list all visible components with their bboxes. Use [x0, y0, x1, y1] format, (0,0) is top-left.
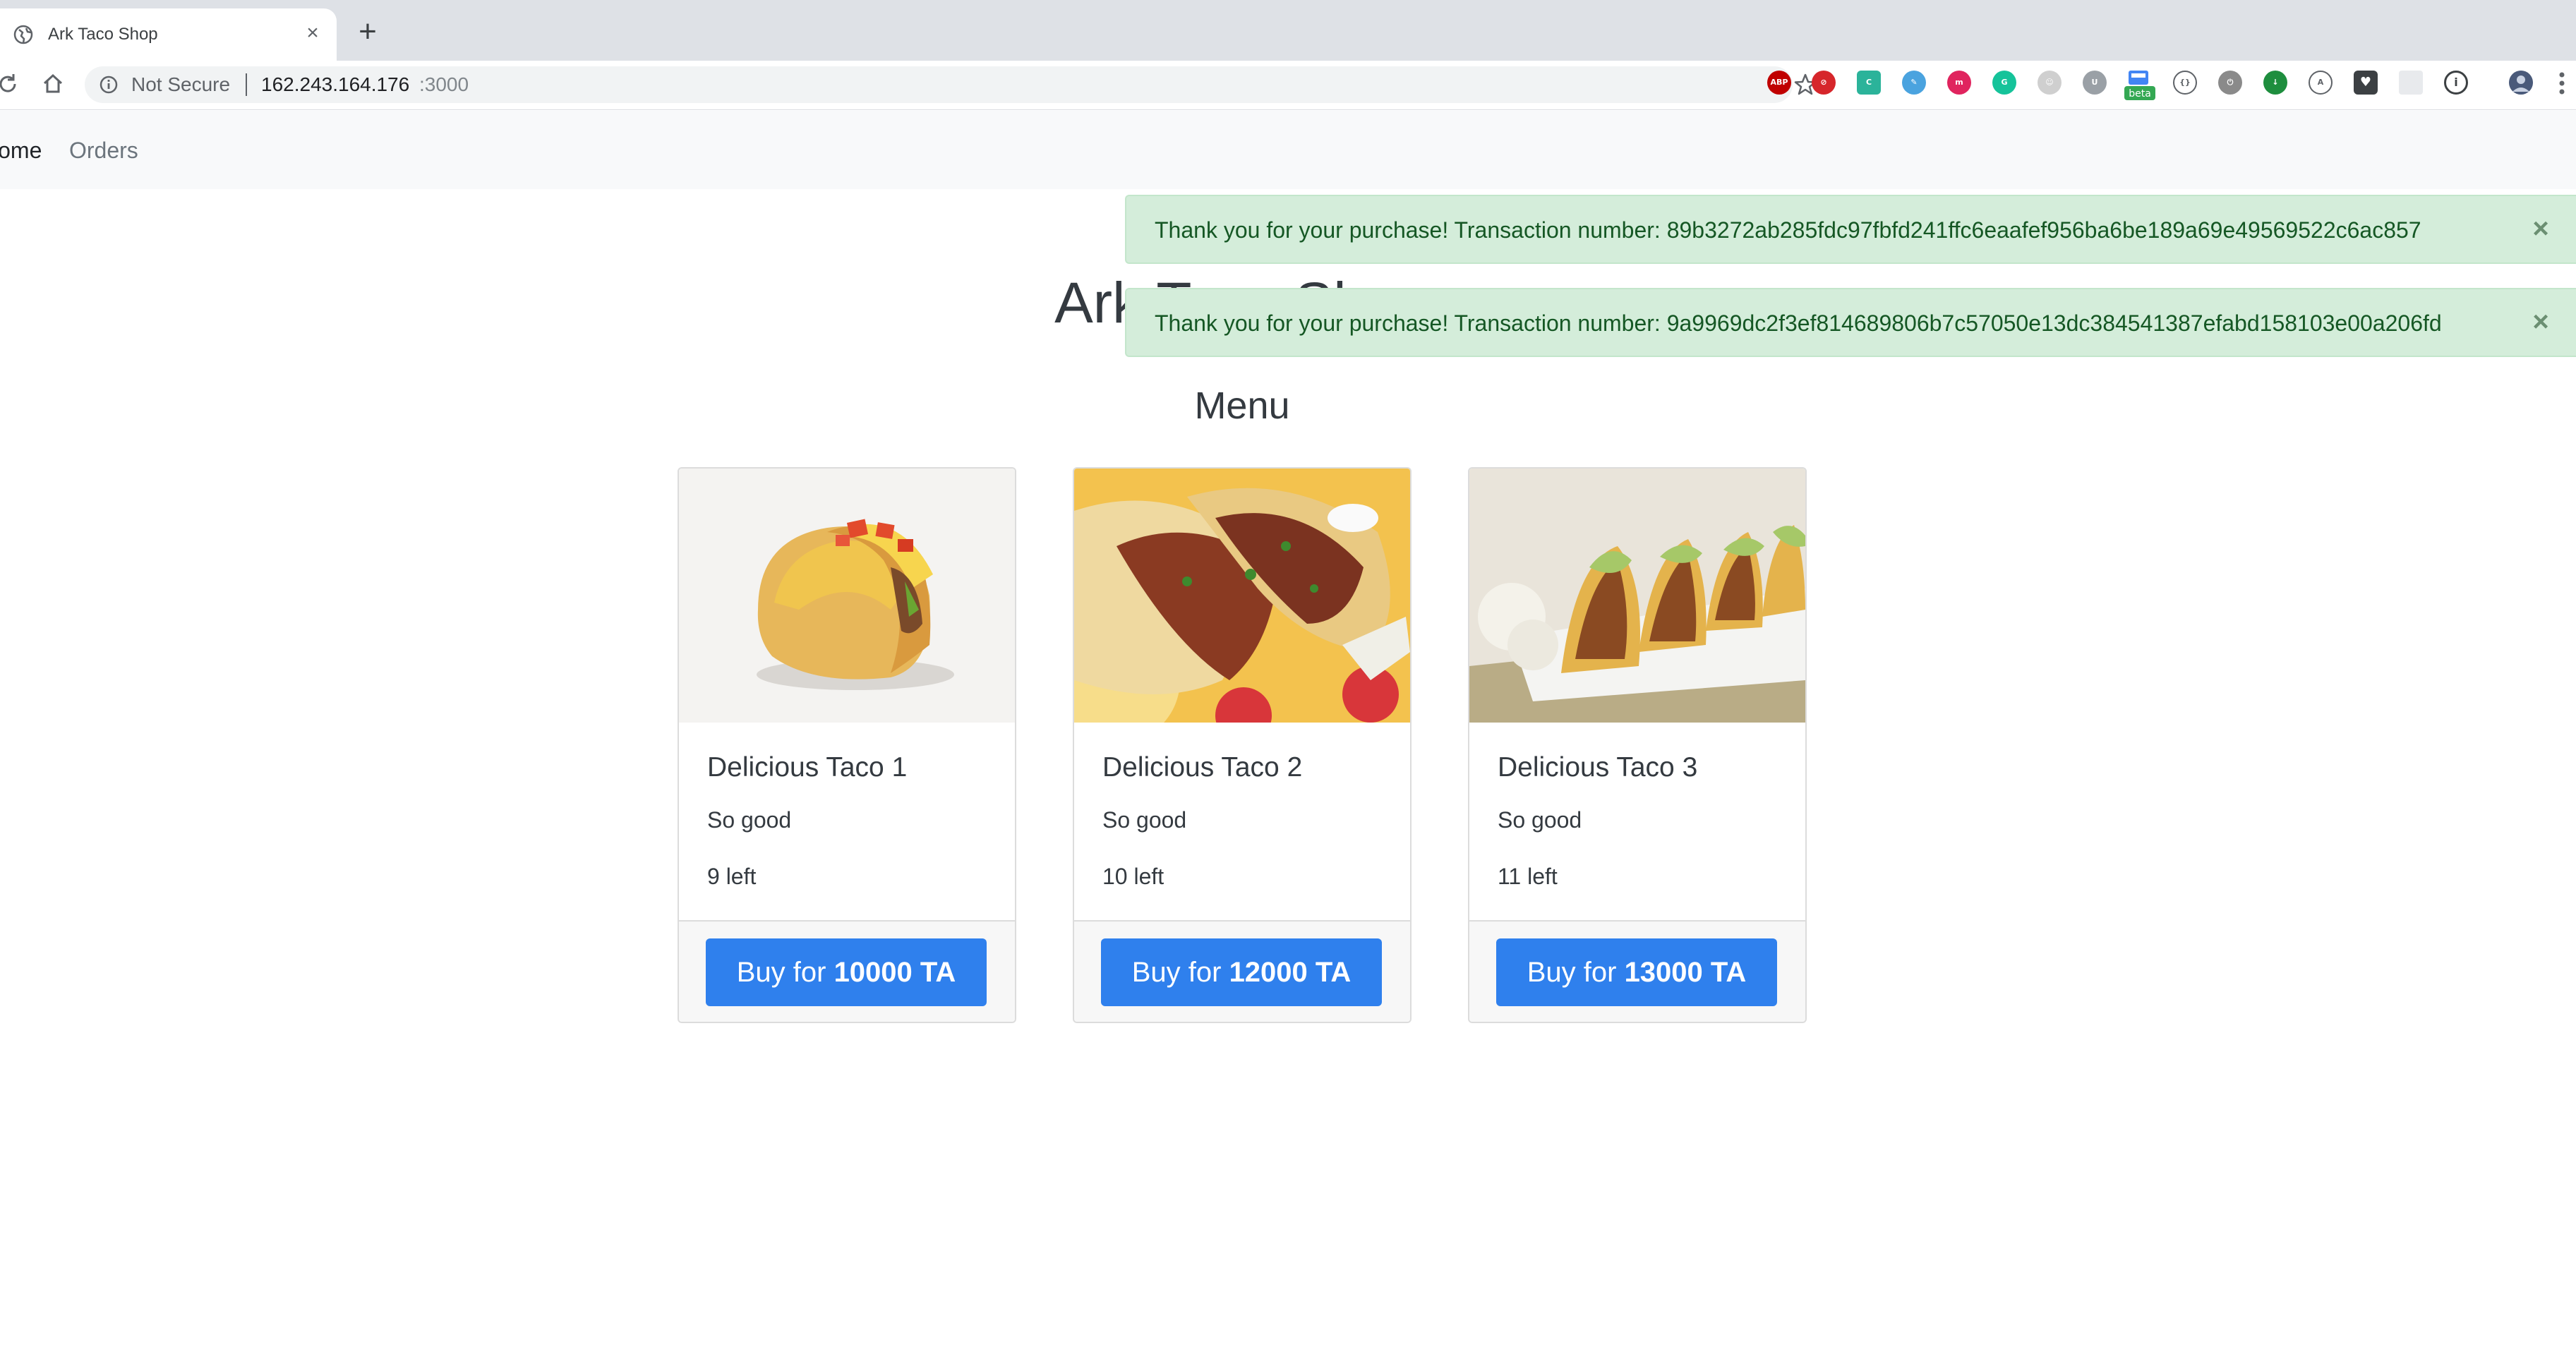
- block-icon[interactable]: ⊘: [1812, 71, 1836, 95]
- product-name: Delicious Taco 2: [1102, 752, 1303, 783]
- product-card: Delicious Taco 2 So good 10 left Buy for…: [1073, 467, 1412, 1023]
- product-description: So good: [707, 807, 792, 833]
- product-name: Delicious Taco 3: [1498, 752, 1698, 783]
- taco-3-image: [1469, 469, 1805, 723]
- alert-message: Thank you for your purchase! Transaction…: [1155, 217, 2421, 243]
- download-icon[interactable]: ↓: [2263, 71, 2287, 95]
- alert-close-icon[interactable]: ×: [2527, 215, 2555, 243]
- blank-icon[interactable]: [2399, 71, 2423, 95]
- beta-label: beta: [2129, 88, 2151, 99]
- buy-prefix: Buy for: [1131, 957, 1229, 988]
- purchase-success-alert: Thank you for your purchase! Transaction…: [1125, 288, 2576, 357]
- more-menu-icon[interactable]: [2558, 69, 2566, 97]
- taco-1-image: [679, 469, 1015, 723]
- home-icon[interactable]: [41, 72, 65, 96]
- buy-price: 13000 TA: [1624, 957, 1747, 988]
- browser-tabstrip: Ark Taco Shop × +: [0, 0, 2576, 61]
- security-label: Not Secure: [131, 73, 231, 95]
- browser-tab[interactable]: Ark Taco Shop ×: [0, 8, 337, 61]
- info-icon[interactable]: [99, 75, 119, 95]
- c-icon[interactable]: C: [1857, 71, 1881, 95]
- menu-heading: Menu: [1194, 385, 1290, 427]
- m-icon[interactable]: m: [1947, 71, 1971, 95]
- info-extension-icon[interactable]: i: [2444, 71, 2468, 95]
- adblock-icon[interactable]: ABP: [1767, 71, 1791, 95]
- reload-icon[interactable]: [0, 72, 20, 96]
- grammarly-icon[interactable]: G: [1992, 71, 2016, 95]
- profile-avatar[interactable]: [2509, 71, 2533, 95]
- address-separator: [246, 73, 247, 96]
- card-footer: Buy for 10000 TA: [679, 920, 1015, 1022]
- u-icon[interactable]: U: [2083, 71, 2107, 95]
- product-card: Delicious Taco 1 So good 9 left Buy for …: [678, 467, 1016, 1023]
- alert-message: Thank you for your purchase! Transaction…: [1155, 310, 2442, 336]
- buy-button[interactable]: Buy for 12000 TA: [1101, 938, 1382, 1006]
- url-host: 162.243.164.176: [261, 73, 410, 95]
- tab-title: Ark Taco Shop: [48, 25, 158, 44]
- product-description: So good: [1102, 807, 1187, 833]
- cat-icon[interactable]: ☺: [2038, 71, 2062, 95]
- buy-prefix: Buy for: [736, 957, 834, 988]
- buy-button[interactable]: Buy for 10000 TA: [706, 938, 987, 1006]
- feather-icon[interactable]: ✎: [1902, 71, 1926, 95]
- buy-prefix: Buy for: [1527, 957, 1625, 988]
- alert-close-icon[interactable]: ×: [2527, 308, 2555, 336]
- product-card: Delicious Taco 3 So good 11 left Buy for…: [1468, 467, 1807, 1023]
- tab-close-icon[interactable]: ×: [302, 23, 323, 44]
- product-description: So good: [1498, 807, 1582, 833]
- nav-orders-link[interactable]: Orders: [69, 136, 138, 164]
- card-footer: Buy for 13000 TA: [1469, 920, 1805, 1022]
- buy-price: 10000 TA: [833, 957, 956, 988]
- nav-home-link[interactable]: Home: [0, 136, 42, 164]
- product-stock: 10 left: [1102, 864, 1164, 889]
- power-icon[interactable]: ⏻: [2218, 71, 2242, 95]
- app-navbar: Home Orders: [0, 111, 2576, 189]
- purchase-success-alert: Thank you for your purchase! Transaction…: [1125, 195, 2576, 264]
- url-port: :3000: [419, 73, 469, 95]
- product-name: Delicious Taco 1: [707, 752, 908, 783]
- taco-2-image: [1074, 469, 1410, 723]
- globe-icon: [13, 25, 33, 44]
- buy-button[interactable]: Buy for 13000 TA: [1496, 938, 1777, 1006]
- product-stock: 9 left: [707, 864, 757, 889]
- address-bar[interactable]: Not Secure 162.243.164.176 :3000: [85, 66, 1817, 103]
- code-icon[interactable]: {}: [2173, 71, 2197, 95]
- new-tab-button[interactable]: +: [356, 16, 380, 47]
- beta-extension-icon[interactable]: beta: [2124, 69, 2155, 102]
- card-footer: Buy for 12000 TA: [1074, 920, 1410, 1022]
- pocket-icon[interactable]: ♥: [2354, 71, 2378, 95]
- a-icon[interactable]: A: [2309, 71, 2333, 95]
- buy-price: 12000 TA: [1229, 957, 1352, 988]
- product-stock: 11 left: [1498, 864, 1558, 889]
